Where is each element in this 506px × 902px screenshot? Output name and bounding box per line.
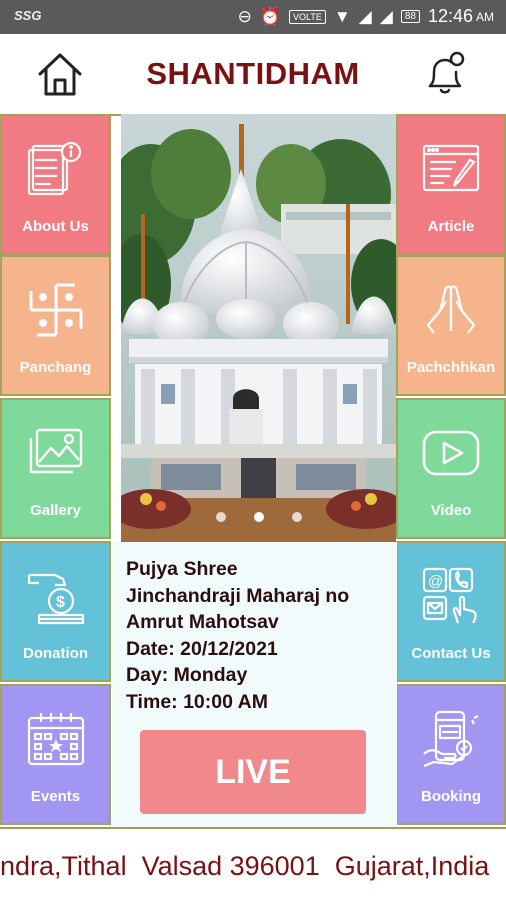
status-bar: SSG ⊖ ⏰ VOLTE ▼ ◢ ◢ 88 12:46 AM bbox=[0, 0, 506, 34]
tile-events[interactable]: Events bbox=[0, 684, 111, 825]
carrier-label: SSG bbox=[14, 8, 42, 23]
notification-bell-icon[interactable] bbox=[420, 48, 470, 98]
volte-badge: VOLTE bbox=[289, 9, 326, 24]
clock-ampm: AM bbox=[476, 9, 494, 24]
svg-text:$: $ bbox=[56, 594, 65, 611]
tile-label: Events bbox=[30, 788, 81, 805]
donation-hand-icon: $ bbox=[27, 573, 84, 625]
booking-icon bbox=[423, 710, 479, 768]
wifi-icon: ▼ bbox=[333, 6, 351, 26]
event-date: Date: 20/12/2021 bbox=[126, 637, 278, 660]
tile-label: Gallery bbox=[30, 502, 81, 519]
address-text: ndra,Tithal Valsad 396001 Gujarat,India bbox=[0, 851, 490, 881]
tile-gallery[interactable]: Gallery bbox=[0, 398, 111, 539]
play-video-icon bbox=[422, 430, 480, 476]
dnd-icon: ⊖ bbox=[237, 6, 252, 26]
battery-icon: 88 bbox=[400, 10, 420, 23]
praying-hands-icon bbox=[426, 285, 476, 334]
tile-label: Pachchhkan bbox=[406, 359, 496, 376]
live-button[interactable]: LIVE bbox=[140, 730, 366, 814]
status-icons: ⊖ ⏰ VOLTE ▼ ◢ ◢ 88 12:46 AM bbox=[238, 6, 494, 27]
tile-contact-us[interactable]: @ Contact Us bbox=[396, 541, 506, 682]
tile-label: About Us bbox=[22, 218, 89, 235]
carousel-dot[interactable] bbox=[215, 512, 226, 522]
event-time: Time: 10:00 AM bbox=[126, 690, 268, 713]
alarm-icon: ⏰ bbox=[259, 6, 281, 26]
article-edit-icon bbox=[422, 144, 480, 192]
tile-video[interactable]: Video bbox=[396, 398, 506, 539]
calendar-icon bbox=[27, 713, 84, 766]
event-day: Day: Monday bbox=[126, 664, 248, 686]
app-header: SHANTIDHAM bbox=[0, 34, 506, 116]
carousel-dots bbox=[121, 512, 396, 522]
tile-donation[interactable]: $ Donation bbox=[0, 541, 111, 682]
tile-label: Panchang bbox=[19, 359, 92, 376]
event-title-line-3: Amrut Mahotsav bbox=[126, 611, 279, 633]
carousel-dot[interactable] bbox=[253, 512, 264, 522]
svg-text:@: @ bbox=[428, 573, 443, 590]
event-title-line-2: Jinchandraji Maharaj no bbox=[126, 584, 350, 607]
tile-article[interactable]: Article bbox=[396, 114, 506, 255]
image-gallery-icon bbox=[29, 428, 82, 474]
event-info-panel: Pujya Shree Jinchandraji Maharaj no Amru… bbox=[112, 542, 397, 827]
address-marquee: ndra,Tithal Valsad 396001 Gujarat,India bbox=[0, 827, 506, 902]
tile-label: Donation bbox=[23, 645, 88, 662]
tile-booking[interactable]: Booking bbox=[396, 684, 506, 825]
contact-icon: @ bbox=[422, 567, 477, 624]
tile-pachchhkan[interactable]: Pachchhkan bbox=[396, 255, 506, 396]
document-info-icon bbox=[27, 141, 81, 196]
clock: 12:46 bbox=[427, 6, 473, 26]
temple-banner-carousel[interactable] bbox=[121, 114, 396, 542]
tile-label: Contact Us bbox=[411, 645, 491, 662]
tile-label: Article bbox=[427, 218, 475, 235]
tile-label: Booking bbox=[421, 788, 481, 805]
event-details: Pujya Shree Jinchandraji Maharaj no Amru… bbox=[126, 556, 391, 715]
carousel-dot[interactable] bbox=[291, 512, 302, 522]
swastika-icon bbox=[29, 283, 82, 337]
signal-icon: ◢ bbox=[358, 6, 372, 26]
tile-label: Video bbox=[430, 502, 472, 519]
tile-panchang[interactable]: Panchang bbox=[0, 255, 111, 396]
tile-about-us[interactable]: About Us bbox=[0, 114, 111, 255]
signal-icon-2: ◢ bbox=[379, 6, 393, 26]
event-title-line-1: Pujya Shree bbox=[126, 558, 238, 580]
temple-photo bbox=[121, 114, 396, 542]
